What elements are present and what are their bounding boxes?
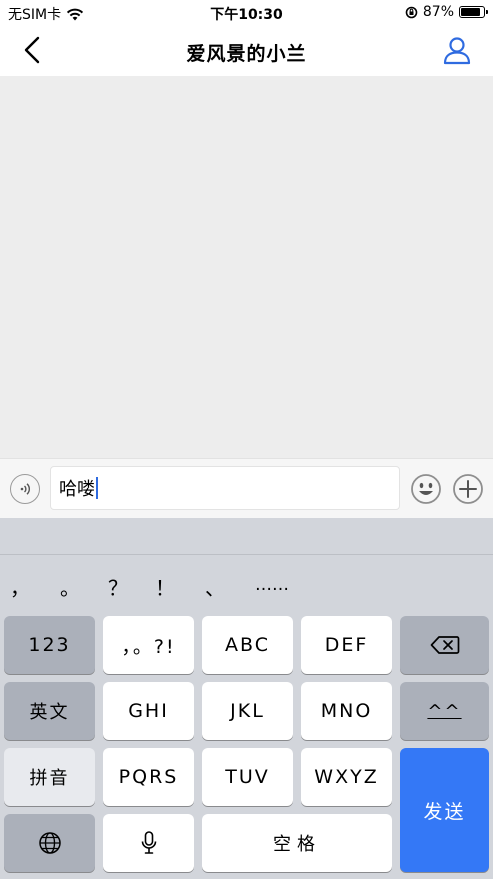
key-def[interactable]: DEF bbox=[301, 616, 392, 674]
message-input[interactable]: 哈喽 bbox=[50, 466, 400, 510]
text-caret bbox=[96, 477, 98, 499]
battery-percent: 87% bbox=[422, 4, 454, 20]
key-microphone[interactable] bbox=[103, 814, 194, 872]
keyboard-toolbar bbox=[0, 518, 493, 555]
status-bar: 无SIM卡 下午10:30 87% bbox=[0, 0, 493, 24]
punct-dunhao[interactable]: 、 bbox=[205, 572, 225, 601]
nav-bar: 爱风景的小兰 bbox=[0, 24, 493, 76]
orientation-lock-icon bbox=[405, 6, 418, 18]
plus-icon[interactable] bbox=[452, 473, 484, 505]
punctuation-bar: ， 。 ？ ！ 、 …… bbox=[0, 566, 493, 606]
backspace-icon bbox=[430, 636, 459, 654]
key-space[interactable]: 空格 bbox=[202, 814, 392, 872]
voice-button[interactable] bbox=[10, 474, 40, 504]
send-button[interactable]: 发送 bbox=[400, 748, 489, 872]
chevron-left-icon[interactable] bbox=[18, 34, 48, 66]
punct-period[interactable]: 。 bbox=[60, 572, 80, 601]
emoticon-label: ^^ bbox=[427, 700, 462, 722]
key-pqrs[interactable]: PQRS bbox=[103, 748, 194, 806]
message-input-text: 哈喽 bbox=[59, 479, 95, 500]
person-icon[interactable] bbox=[441, 34, 473, 66]
key-emoticon[interactable]: ^^ bbox=[400, 682, 489, 740]
key-wxyz[interactable]: WXYZ bbox=[301, 748, 392, 806]
key-globe[interactable] bbox=[4, 814, 95, 872]
key-abc[interactable]: ABC bbox=[202, 616, 293, 674]
punct-ellipsis[interactable]: …… bbox=[255, 575, 289, 595]
key-mno[interactable]: MNO bbox=[301, 682, 392, 740]
backspace-key[interactable] bbox=[400, 616, 489, 674]
key-english[interactable]: 英文 bbox=[4, 682, 95, 740]
punct-question[interactable]: ？ bbox=[108, 572, 128, 601]
status-right: 87% bbox=[405, 4, 488, 20]
microphone-icon bbox=[141, 831, 156, 854]
key-tuv[interactable]: TUV bbox=[202, 748, 293, 806]
punct-comma[interactable]: ， bbox=[10, 572, 30, 601]
chat-message-area[interactable] bbox=[0, 76, 493, 458]
key-pinyin[interactable]: 拼音 bbox=[4, 748, 95, 806]
key-ghi[interactable]: GHI bbox=[103, 682, 194, 740]
message-input-bar: 哈喽 bbox=[0, 458, 493, 518]
emoji-icon[interactable] bbox=[410, 473, 442, 505]
key-punctuation[interactable]: ，。?! bbox=[103, 616, 194, 674]
keyboard: ， 。 ？ ！ 、 …… 123 ，。?! ABC DEF 英文 GHI JKL… bbox=[0, 518, 493, 879]
voice-icon bbox=[20, 483, 31, 495]
key-jkl[interactable]: JKL bbox=[202, 682, 293, 740]
punct-exclaim[interactable]: ！ bbox=[155, 572, 175, 601]
globe-icon bbox=[38, 832, 61, 854]
battery-icon bbox=[459, 6, 488, 18]
page-title: 爱风景的小兰 bbox=[186, 43, 307, 65]
battery-level bbox=[461, 8, 481, 16]
key-123[interactable]: 123 bbox=[4, 616, 95, 674]
